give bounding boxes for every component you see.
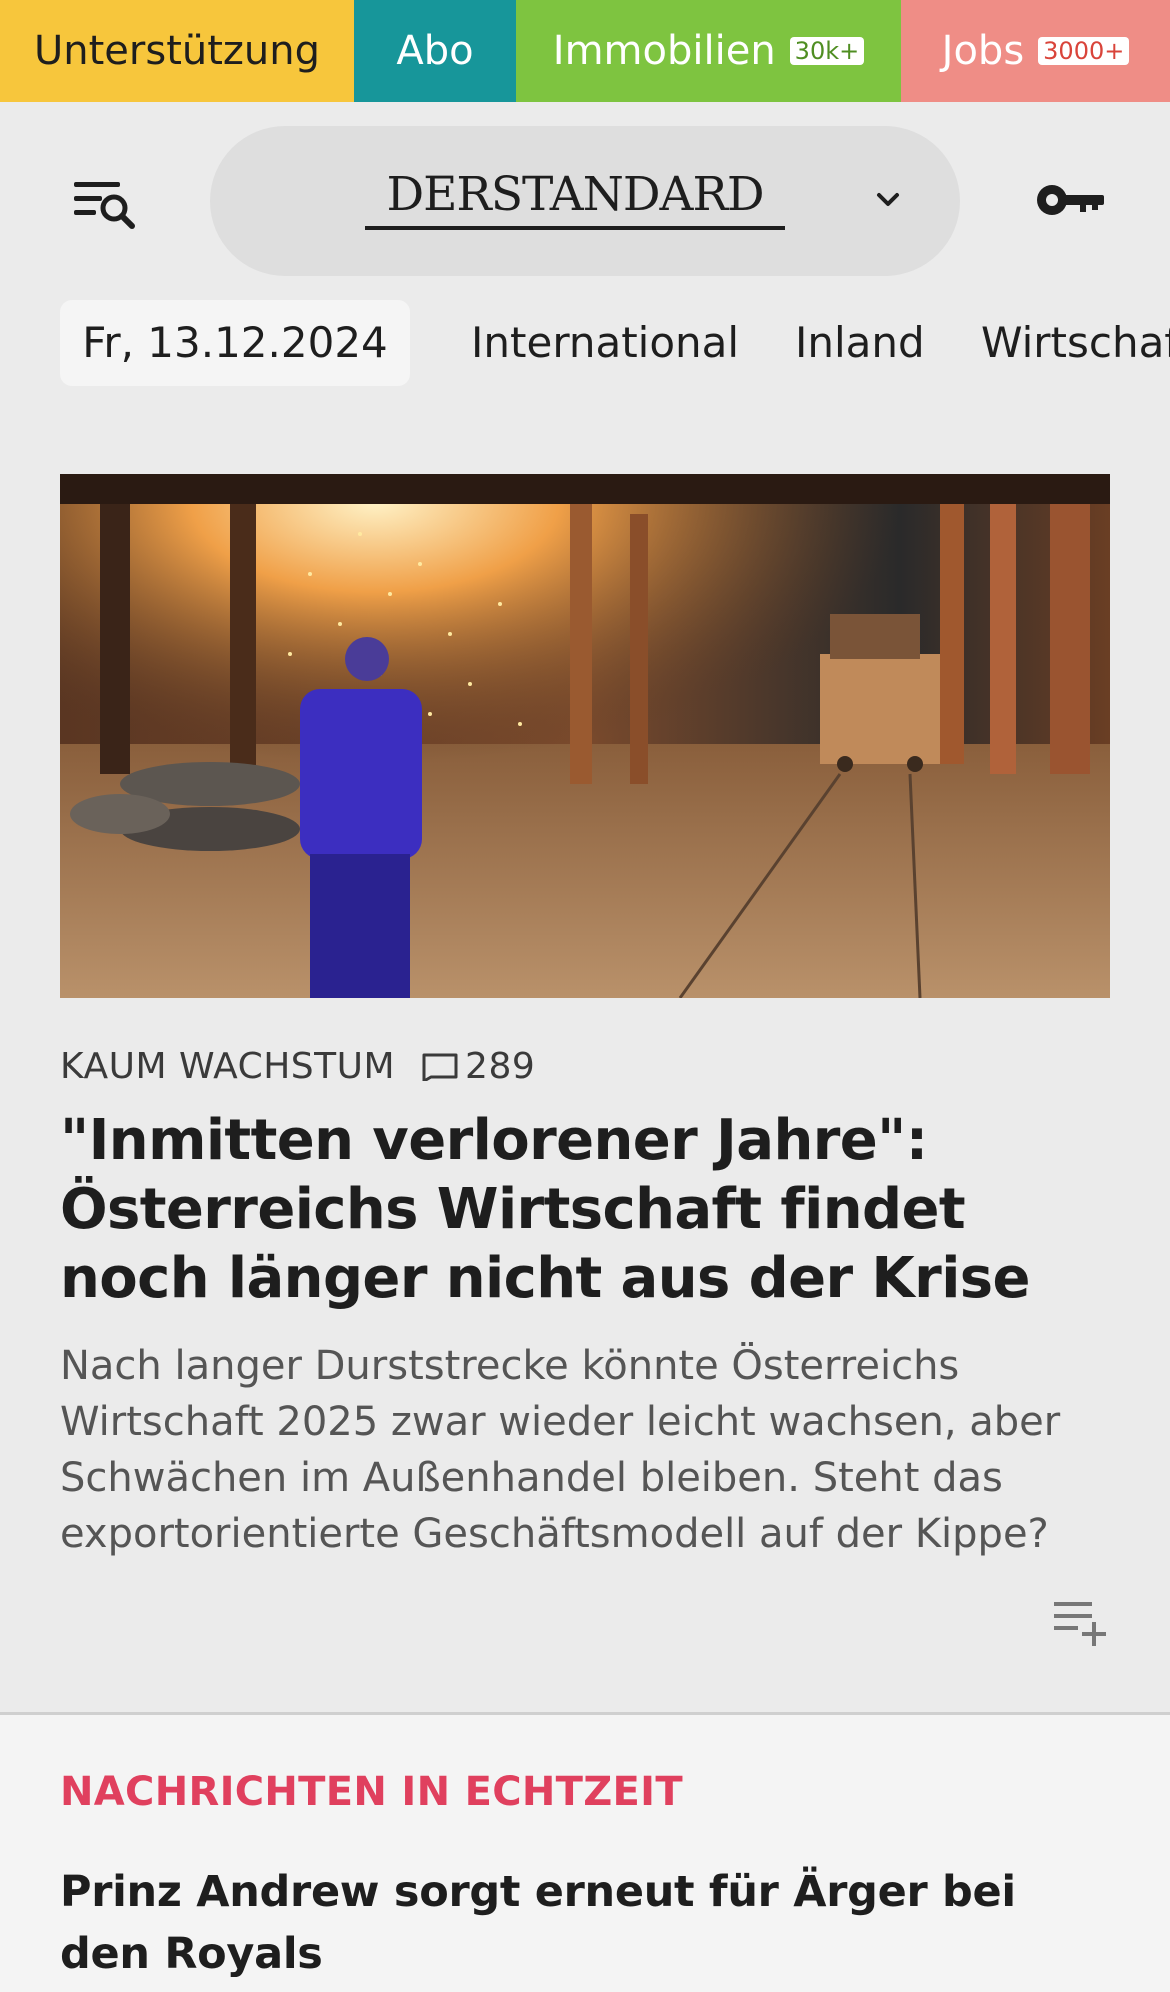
brand-switcher[interactable]: DERSTANDARD: [210, 126, 960, 276]
logo-underline: [365, 226, 785, 230]
article-image[interactable]: [60, 474, 1110, 998]
jobs-count-badge: 3000+: [1038, 37, 1130, 65]
service-bar: Unterstützung Abo Immobilien 30k+ Jobs 3…: [0, 0, 1170, 102]
steel-mill-photo: [60, 474, 1110, 998]
support-link[interactable]: Unterstützung: [0, 0, 354, 102]
menu-search-button[interactable]: [68, 174, 138, 236]
immobilien-label: Immobilien: [552, 28, 776, 74]
immobilien-link[interactable]: Immobilien 30k+: [516, 0, 901, 102]
live-news-headline[interactable]: Prinz Andrew sorgt erneut für Ärger bei …: [60, 1861, 1120, 1985]
comment-count[interactable]: 289: [421, 1046, 535, 1087]
kicker-label: KAUM WACHSTUM: [60, 1045, 396, 1087]
article-teaser[interactable]: Nach langer Durststrecke könnte Österrei…: [60, 1338, 1120, 1562]
live-news-section: NACHRICHTEN IN ECHTZEIT Prinz Andrew sor…: [0, 1715, 1170, 1992]
current-date[interactable]: Fr, 13.12.2024: [60, 300, 410, 386]
support-label: Unterstützung: [33, 28, 320, 74]
live-news-label[interactable]: NACHRICHTEN IN ECHTZEIT: [60, 1769, 683, 1815]
add-to-list-button[interactable]: [1050, 1596, 1114, 1646]
immobilien-count-badge: 30k+: [789, 37, 865, 65]
comment-count-value: 289: [465, 1045, 536, 1087]
login-button[interactable]: [1036, 178, 1106, 222]
key-icon: [1037, 185, 1104, 215]
nav-item-wirtschaft[interactable]: Wirtschaft: [981, 300, 1170, 386]
comment-icon: [422, 1053, 458, 1081]
playlist-add-icon: [1054, 1602, 1106, 1646]
nav-item-inland[interactable]: Inland: [795, 300, 925, 386]
article-headline[interactable]: "Inmitten verlorener Jahre": Österreichs…: [60, 1106, 1120, 1313]
nav-item-international[interactable]: International: [471, 300, 739, 386]
jobs-label: Jobs: [941, 28, 1025, 74]
abo-link[interactable]: Abo: [354, 0, 516, 102]
jobs-link[interactable]: Jobs 3000+: [901, 0, 1170, 102]
chevron-down-icon[interactable]: [870, 182, 906, 218]
derstandard-logo[interactable]: DERSTANDARD: [365, 164, 785, 234]
section-nav: Fr, 13.12.2024 International Inland Wirt…: [0, 300, 1170, 386]
menu-search-icon: [74, 182, 135, 229]
article-kicker: KAUM WACHSTUM 289: [60, 1040, 535, 1092]
abo-label: Abo: [396, 28, 474, 74]
